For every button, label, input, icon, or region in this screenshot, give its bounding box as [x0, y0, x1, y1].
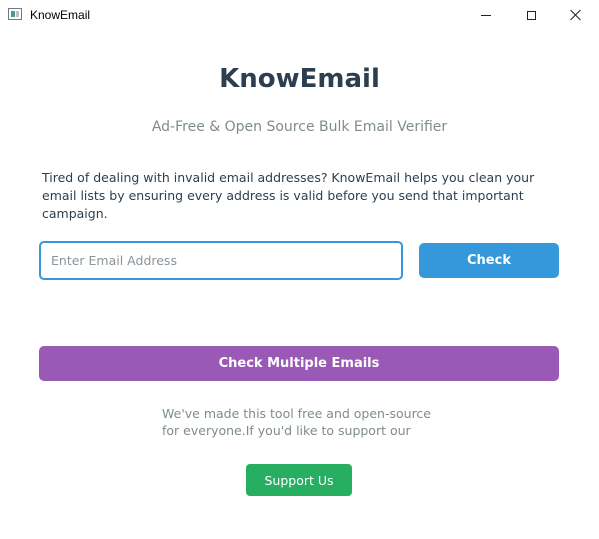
email-input[interactable] [39, 241, 403, 280]
check-button[interactable]: Check [419, 243, 559, 278]
page-title: KnowEmail [219, 64, 380, 94]
maximize-icon [526, 10, 536, 20]
app-window: KnowEmail KnowEmail Ad-Free & Open Sourc… [0, 0, 599, 539]
app-description: Tired of dealing with invalid email addr… [42, 170, 535, 221]
close-icon [570, 9, 582, 21]
support-us-button[interactable]: Support Us [246, 464, 352, 496]
support-text: We've made this tool free and open-sourc… [162, 406, 432, 438]
minimize-icon [481, 14, 491, 16]
app-window-icon [8, 8, 22, 20]
maximize-button[interactable] [508, 0, 554, 30]
page-subtitle: Ad-Free & Open Source Bulk Email Verifie… [151, 119, 448, 135]
minimize-button[interactable] [463, 0, 509, 30]
close-button[interactable] [553, 0, 599, 30]
title-bar[interactable]: KnowEmail [0, 0, 599, 30]
check-multiple-emails-button[interactable]: Check Multiple Emails [39, 346, 559, 381]
window-title: KnowEmail [30, 8, 91, 22]
